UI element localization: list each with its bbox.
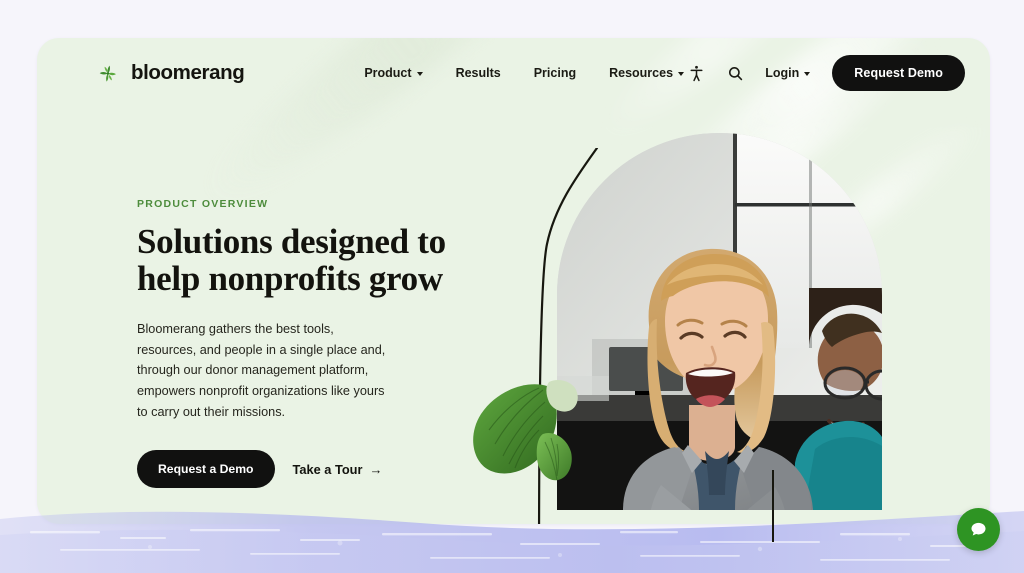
hero-card: bloomerang Product Results Pricing Resou… (37, 38, 990, 524)
chat-bubble-icon (971, 522, 986, 536)
hero-title: Solutions designed to help nonprofits gr… (137, 222, 446, 299)
chat-widget-button[interactable] (957, 508, 1000, 551)
arrow-right-icon: → (369, 461, 383, 477)
brand-logo[interactable]: bloomerang (95, 60, 245, 87)
chevron-down-icon (804, 71, 811, 76)
nav-item-results-label: Results (455, 66, 501, 80)
login-menu[interactable]: Login (765, 66, 811, 80)
vertical-accent-line (772, 470, 774, 542)
request-a-demo-button[interactable]: Request a Demo (137, 450, 275, 489)
top-navigation: bloomerang Product Results Pricing Resou… (37, 38, 990, 108)
bloomerang-leaf-mark-icon (99, 65, 116, 82)
nav-item-resources[interactable]: Resources (609, 66, 685, 80)
nav-item-pricing[interactable]: Pricing (534, 66, 576, 80)
hero-photo-illustration (557, 133, 882, 510)
search-icon[interactable] (724, 62, 746, 84)
hero-content: PRODUCT OVERVIEW Solutions designed to h… (137, 198, 457, 489)
hero-image-arch (557, 133, 882, 510)
nav-item-product[interactable]: Product (364, 66, 423, 80)
nav-right-cluster: Login Request Demo (685, 55, 965, 91)
nav-item-resources-label: Resources (609, 66, 674, 80)
brand-name: bloomerang (131, 61, 245, 84)
hero-eyebrow: PRODUCT OVERVIEW (137, 198, 269, 210)
login-label: Login (765, 66, 800, 80)
hero-photo (557, 133, 882, 510)
nav-links: Product Results Pricing Resources (364, 66, 685, 80)
accessibility-person-icon[interactable] (685, 62, 707, 84)
take-a-tour-link[interactable]: Take a Tour → (293, 462, 383, 477)
chevron-down-icon (678, 71, 685, 76)
take-a-tour-label: Take a Tour (292, 461, 363, 477)
nav-item-results[interactable]: Results (456, 66, 501, 80)
chevron-down-icon (416, 71, 423, 76)
nav-item-pricing-label: Pricing (533, 66, 577, 80)
hero-description: Bloomerang gathers the best tools, resou… (137, 322, 386, 419)
hero-cta-group: Request a Demo Take a Tour → (137, 450, 457, 489)
nav-item-product-label: Product (364, 66, 412, 80)
request-demo-nav-button[interactable]: Request Demo (832, 55, 965, 91)
